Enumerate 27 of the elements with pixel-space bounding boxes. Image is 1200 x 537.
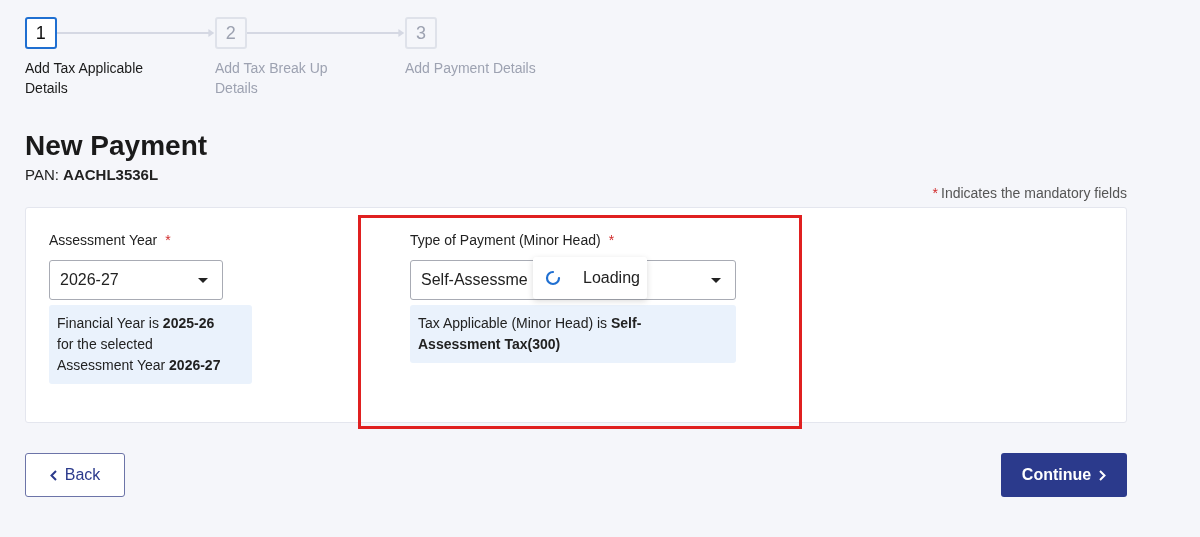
info-note: Financial Year is 2025-26 for the selected Assessment Year 2026-27: [49, 305, 252, 384]
loading-text: Loading: [583, 269, 640, 287]
step-label: Add Tax Applicable Details: [25, 59, 145, 98]
chevron-right-icon: [1099, 469, 1107, 481]
dropdown-field[interactable]: 2026-27: [49, 260, 223, 300]
field-label: Type of Payment (Minor Head): [410, 232, 601, 248]
spinner-icon: [545, 270, 561, 286]
step-label: Add Tax Break Up Details: [215, 59, 329, 98]
step-number: 2: [215, 17, 247, 49]
required-asterisk: *: [932, 185, 938, 201]
step-number: 3: [405, 17, 437, 49]
chevron-left-icon: [49, 469, 57, 481]
caret-icon: [711, 277, 721, 283]
dropdown-field[interactable]: Self-Assessme Loading: [410, 260, 736, 300]
back-button[interactable]: Back: [25, 453, 125, 497]
pan-value: AACHL3536L: [63, 166, 159, 183]
continue-button[interactable]: Continue: [1001, 453, 1127, 497]
mandatory-note: Indicates the mandatory fields: [941, 185, 1127, 201]
page-title: New Payment: [25, 129, 209, 163]
required-asterisk: *: [608, 232, 615, 248]
step-number: 1: [25, 17, 57, 49]
step-label: Add Payment Details: [405, 59, 537, 78]
required-asterisk: *: [165, 232, 171, 248]
pan-label: PAN:: [25, 166, 59, 183]
field-label: Assessment Year: [49, 232, 158, 248]
info-note: Tax Applicable (Minor Head) is Self-Assessment Tax(300): [410, 305, 736, 363]
caret-icon: [198, 277, 208, 283]
